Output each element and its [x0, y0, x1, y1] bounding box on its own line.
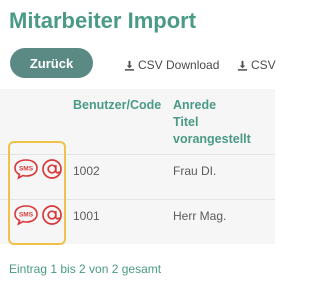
cell-user-code: 1001 — [73, 209, 100, 223]
column-header-title-line1: Titel — [173, 115, 199, 129]
sms-icon-label: SMS — [19, 212, 34, 219]
page-title: Mitarbeiter Import — [9, 8, 197, 33]
sms-icon[interactable]: SMS — [13, 158, 39, 180]
column-header-salutation[interactable]: Anrede — [173, 98, 216, 112]
sms-icon-label: SMS — [19, 166, 34, 173]
at-sign-icon[interactable] — [41, 157, 63, 181]
download-icon — [237, 60, 248, 71]
csv-export-link[interactable]: CSV — [237, 58, 276, 72]
csv-download-link[interactable]: CSV Download — [124, 58, 219, 72]
download-icon — [124, 60, 135, 71]
column-header-user-code[interactable]: Benutzer/Code — [73, 98, 161, 112]
at-sign-icon[interactable] — [41, 203, 63, 227]
cell-salutation-title: Frau DI. — [173, 164, 217, 178]
sms-icon[interactable]: SMS — [13, 204, 39, 226]
column-header-title-line2: vorangestellt — [173, 132, 251, 146]
csv-download-label: CSV Download — [138, 58, 220, 72]
cell-salutation-title: Herr Mag. — [173, 209, 227, 223]
cell-user-code: 1002 — [73, 164, 100, 178]
pagination-info: Eintrag 1 bis 2 von 2 gesamt — [9, 262, 162, 276]
csv-export-label: CSV — [251, 58, 276, 72]
back-button[interactable]: Zurück — [10, 48, 93, 78]
